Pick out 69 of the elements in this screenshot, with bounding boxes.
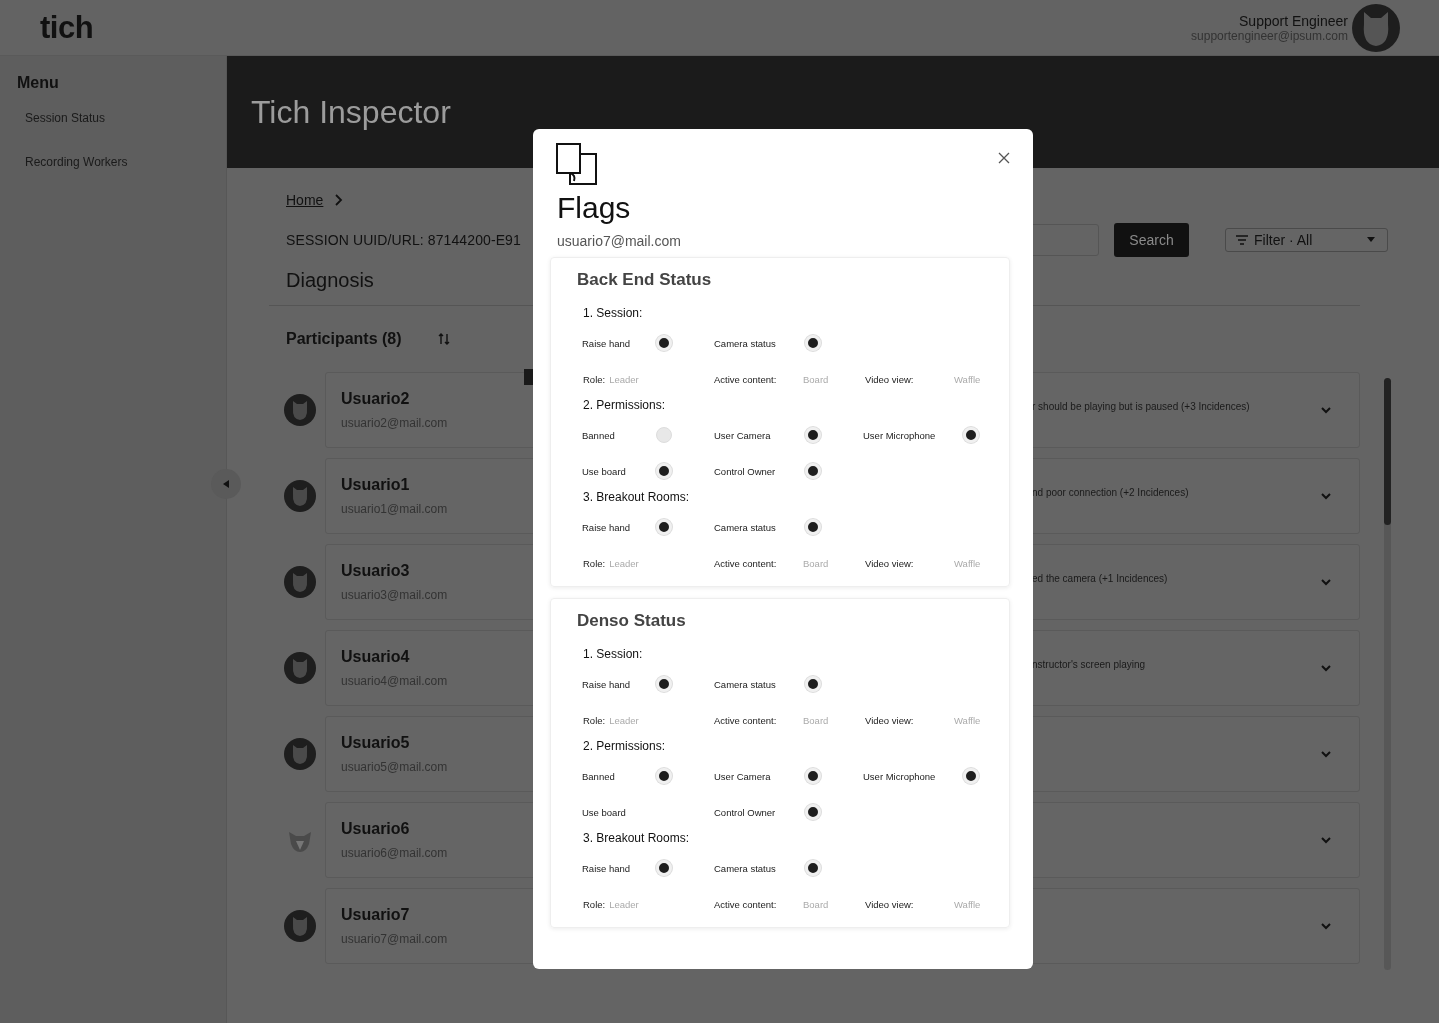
dialog-title: Flags [557,191,631,225]
flag-label: Use board [582,806,627,818]
participants-title: Participants (8) [286,330,402,348]
info-label: Active content: [714,898,778,910]
user-name: Support Engineer [1239,12,1348,29]
flag-label: Control Owner [714,806,777,818]
info-value: Leader [609,557,639,569]
flag-label: User Camera [714,770,772,782]
info-label: Video view: [865,373,915,385]
status-title: Back End Status [577,270,712,290]
dialog-subtitle: usuario7@mail.com [557,233,681,249]
info-label: Video view: [865,714,915,726]
info-value: Board [803,557,829,569]
group-title: 1. Session: [583,306,643,320]
page-title: Tich Inspector [251,93,451,131]
flag-label: User Camera [714,429,772,441]
flag-label: Banned [582,770,616,782]
session-label: SESSION UUID/URL: 87144200-E91 [286,232,521,248]
info-label: Video view: [865,898,915,910]
menu-title: Menu [17,74,59,92]
participant-name: Usuario7 [341,906,411,924]
info-label: Role: [583,373,606,385]
group-title: 3. Breakout Rooms: [583,490,690,504]
incidence-text: nd poor connection (+2 Incidences) [1032,487,1189,498]
participant-name: Usuario1 [341,476,411,494]
info-value: Waffle [954,373,981,385]
flag-label: User Microphone [863,770,937,782]
status-title: Denso Status [577,611,686,631]
flag-label: Control Owner [714,465,777,477]
flag-label: Use board [582,465,627,477]
info-value: Waffle [954,714,981,726]
info-value: Leader [609,898,639,910]
flag-label: Camera status [714,678,777,690]
info-value: Leader [609,714,639,726]
participant-name: Usuario4 [341,648,411,666]
info-label: Video view: [865,557,915,569]
flag-label: Raise hand [582,337,632,349]
info-value: Leader [609,373,639,385]
group-title: 1. Session: [583,647,643,661]
info-label: Role: [583,714,606,726]
flag-label: Camera status [714,337,777,349]
flag-label: Raise hand [582,678,632,690]
info-value: Board [803,373,829,385]
participant-name: Usuario6 [341,820,411,838]
flag-label: Camera status [714,862,777,874]
flag-label: Raise hand [582,862,632,874]
info-label: Role: [583,557,606,569]
info-label: Active content: [714,557,778,569]
info-label: Active content: [714,373,778,385]
info-value: Board [803,898,829,910]
participant-name: Usuario2 [341,390,411,408]
flag-label: User Microphone [863,429,937,441]
info-value: Waffle [954,898,981,910]
incidence-text: r should be playing but is paused (+3 Incidences) [1032,401,1250,412]
logo: tich [40,9,94,46]
info-label: Active content: [714,714,778,726]
info-value: Waffle [954,557,981,569]
flag-label: Banned [582,429,616,441]
flag-label: Camera status [714,521,777,533]
participant-name: Usuario5 [341,734,411,752]
flag-label: Raise hand [582,521,632,533]
group-title: 3. Breakout Rooms: [583,831,690,845]
group-title: 2. Permissions: [583,739,666,753]
group-title: 2. Permissions: [583,398,666,412]
info-value: Board [803,714,829,726]
section-title: Diagnosis [286,269,374,292]
participant-name: Usuario3 [341,562,411,580]
incidence-text: nstructor's screen playing [1032,659,1146,670]
info-label: Role: [583,898,606,910]
